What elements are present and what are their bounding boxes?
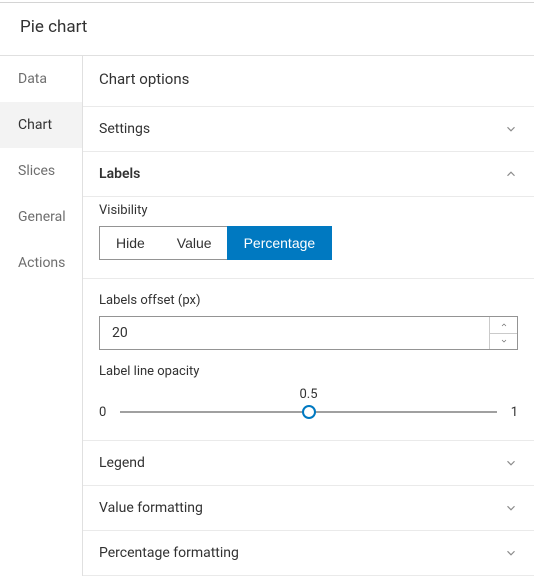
visibility-segmented: Hide Value Percentage xyxy=(99,226,332,260)
page-title: Pie chart xyxy=(0,3,534,55)
labels-offset-step-up[interactable] xyxy=(490,317,517,334)
labels-offset-step-down[interactable] xyxy=(490,334,517,350)
sidebar-item-general[interactable]: General xyxy=(0,194,82,240)
chevron-down-icon xyxy=(504,546,518,560)
chevron-up-icon xyxy=(504,167,518,181)
sidebar-item-chart[interactable]: Chart xyxy=(0,102,82,148)
section-percentage-formatting-label: Percentage formatting xyxy=(99,545,239,561)
label-line-opacity-slider[interactable] xyxy=(120,404,496,420)
section-settings[interactable]: Settings xyxy=(83,107,534,152)
sidebar-item-slices[interactable]: Slices xyxy=(0,148,82,194)
slider-thumb[interactable] xyxy=(302,405,316,419)
labels-offset-label: Labels offset (px) xyxy=(99,293,518,308)
chevron-down-icon xyxy=(504,122,518,136)
section-value-formatting[interactable]: Value formatting xyxy=(83,486,534,531)
section-value-formatting-label: Value formatting xyxy=(99,500,203,516)
visibility-hide-button[interactable]: Hide xyxy=(100,227,161,259)
section-percentage-formatting[interactable]: Percentage formatting xyxy=(83,531,534,576)
sidebar: Data Chart Slices General Actions xyxy=(0,56,82,576)
visibility-value-button[interactable]: Value xyxy=(161,227,228,259)
sidebar-item-actions[interactable]: Actions xyxy=(0,240,82,286)
content-panel: Chart options Settings Labels Visibility… xyxy=(82,56,534,576)
chevron-down-icon xyxy=(504,456,518,470)
content-title: Chart options xyxy=(83,56,534,107)
visibility-percentage-button[interactable]: Percentage xyxy=(228,227,332,259)
sidebar-item-data[interactable]: Data xyxy=(0,56,82,102)
labels-offset-input[interactable] xyxy=(100,317,489,349)
section-labels-label: Labels xyxy=(99,166,140,182)
label-line-opacity-min: 0 xyxy=(99,405,106,420)
label-line-opacity-label: Label line opacity xyxy=(99,364,518,379)
section-labels[interactable]: Labels xyxy=(83,152,534,197)
section-legend-label: Legend xyxy=(99,455,145,471)
visibility-label: Visibility xyxy=(99,203,518,218)
label-line-opacity-max: 1 xyxy=(511,405,518,420)
section-legend[interactable]: Legend xyxy=(83,441,534,486)
section-settings-label: Settings xyxy=(99,121,150,137)
chevron-down-icon xyxy=(504,501,518,515)
labels-body: Visibility Hide Value Percentage Labels … xyxy=(83,203,534,441)
labels-offset-stepper xyxy=(99,316,518,350)
label-line-opacity-value: 0.5 xyxy=(299,387,317,402)
